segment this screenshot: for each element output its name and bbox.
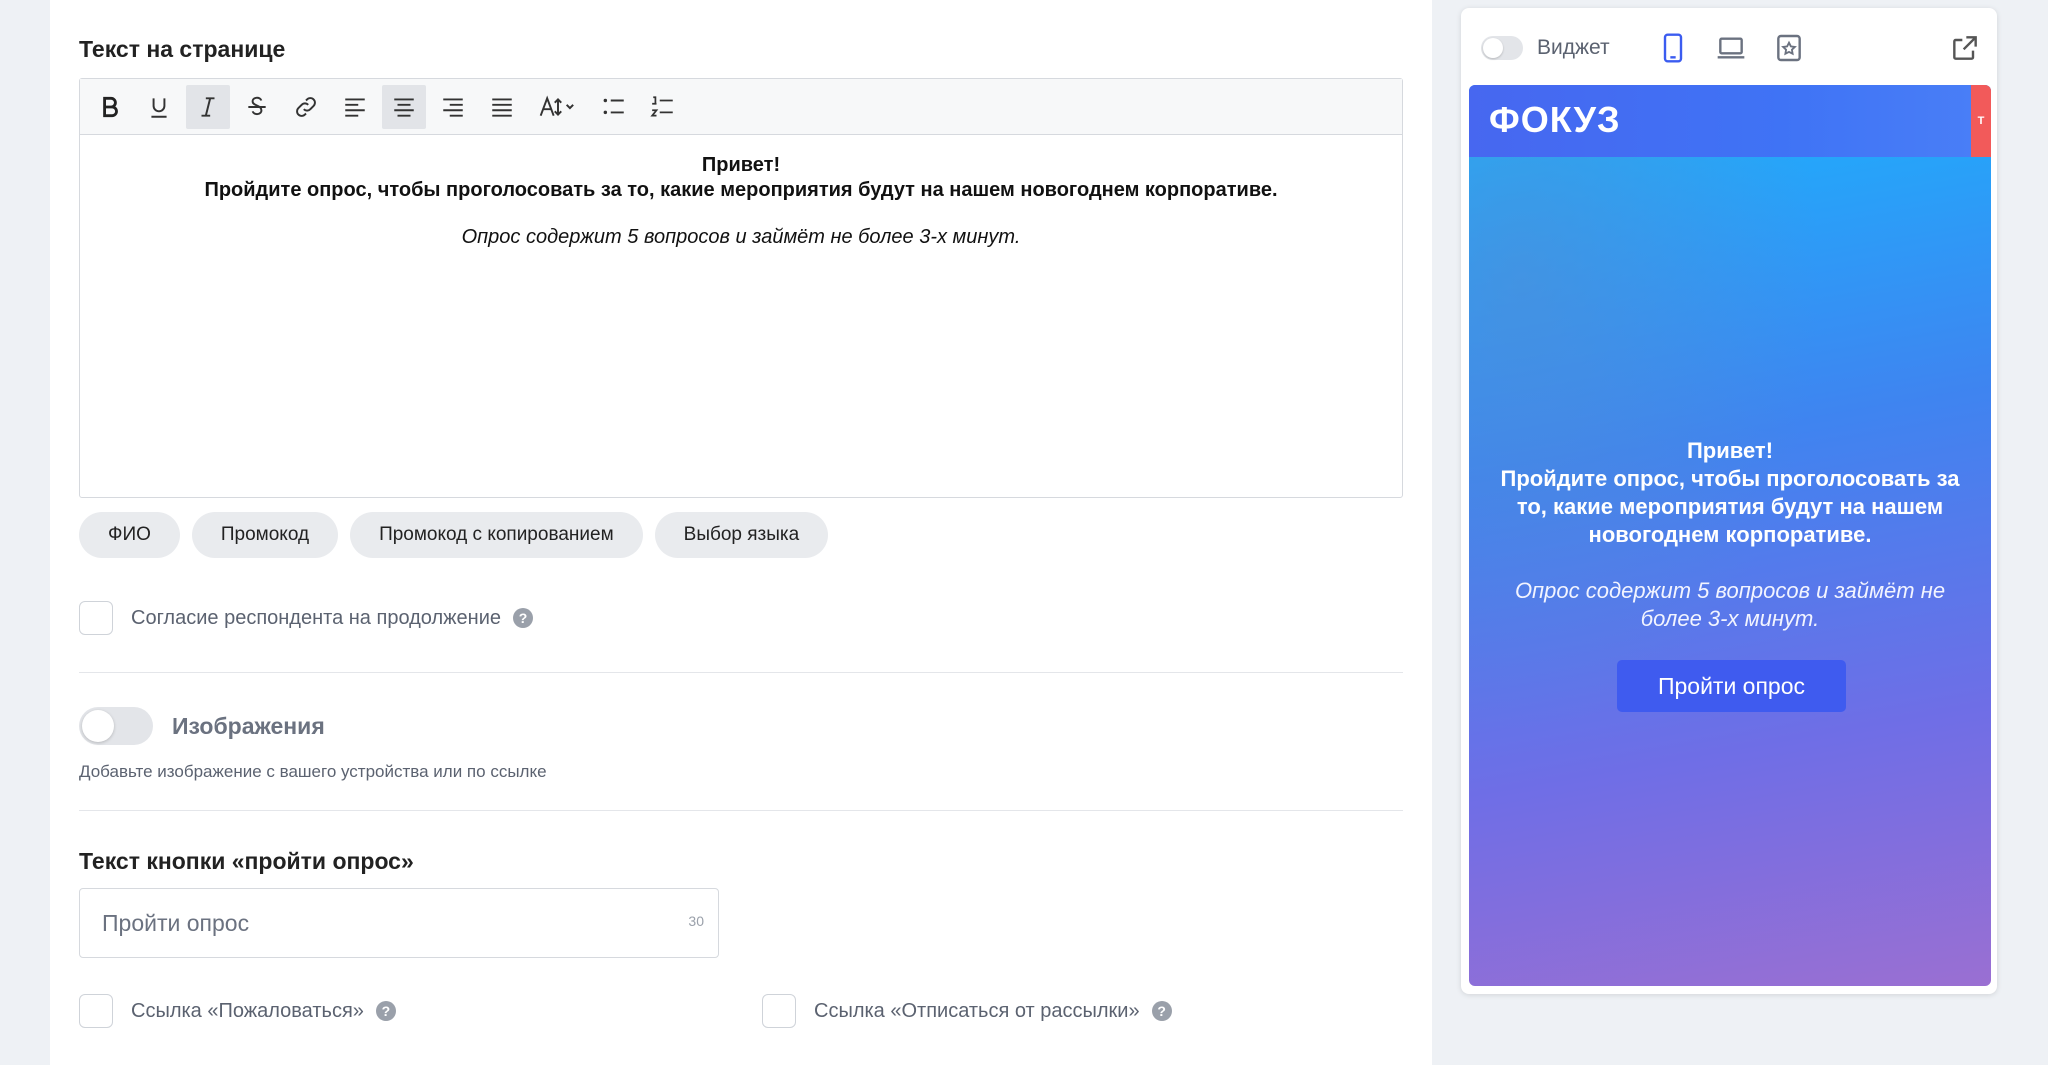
button-text-title: Текст кнопки «пройти опрос» bbox=[79, 848, 414, 874]
brand-logo: ФОКУЗ bbox=[1489, 99, 1621, 140]
divider bbox=[79, 810, 1403, 811]
underline-icon[interactable] bbox=[137, 85, 181, 129]
strikethrough-icon[interactable] bbox=[235, 85, 279, 129]
help-icon[interactable]: ? bbox=[1151, 1001, 1172, 1021]
divider bbox=[79, 672, 1403, 673]
consent-checkbox[interactable] bbox=[79, 601, 113, 635]
editor-toolbar bbox=[80, 79, 1402, 135]
preview-header: ФОКУЗ T bbox=[1469, 85, 1991, 157]
italic-icon[interactable] bbox=[186, 84, 230, 129]
chip-language-select[interactable]: Выбор языка bbox=[654, 512, 829, 558]
align-center-icon[interactable] bbox=[382, 84, 426, 129]
editor-line-greeting: Привет! bbox=[701, 154, 781, 176]
preview-line-info: Опрос содержит 5 вопросов и займёт не бо… bbox=[1514, 578, 1946, 631]
start-survey-button[interactable]: Пройти опрос bbox=[1617, 660, 1846, 712]
images-hint: Добавьте изображение с вашего устройства… bbox=[79, 762, 547, 781]
preview-side-tab[interactable]: T bbox=[1971, 85, 1991, 157]
consent-label: Согласие респондента на продолжение bbox=[131, 606, 501, 629]
chip-promocode-copy[interactable]: Промокод с копированием bbox=[350, 512, 643, 558]
variable-chips: ФИО Промокод Промокод с копированием Выб… bbox=[79, 512, 829, 558]
images-toggle[interactable] bbox=[79, 707, 153, 745]
preview-line-greeting: Привет! bbox=[1686, 438, 1774, 463]
align-left-icon[interactable] bbox=[333, 85, 377, 129]
unsubscribe-link-label: Ссылка «Отписаться от рассылки» bbox=[814, 999, 1140, 1022]
page-text-title: Текст на странице bbox=[79, 36, 286, 62]
help-icon[interactable]: ? bbox=[513, 608, 533, 628]
help-icon[interactable]: ? bbox=[375, 1001, 396, 1021]
widget-view-icon[interactable] bbox=[1769, 28, 1809, 68]
images-toggle-label: Изображения bbox=[172, 713, 325, 739]
preview-text: Привет! Пройдите опрос, чтобы проголосов… bbox=[1497, 437, 1963, 633]
font-size-icon[interactable] bbox=[529, 85, 587, 129]
editor-line-invite: Пройдите опрос, чтобы проголосовать за т… bbox=[204, 179, 1278, 201]
char-counter: 30 bbox=[688, 913, 704, 929]
mobile-preview: ФОКУЗ T Привет! Пройдите опрос, чтобы пр… bbox=[1469, 85, 1991, 986]
chip-fio[interactable]: ФИО bbox=[79, 512, 180, 558]
complain-link-row: Ссылка «Пожаловаться» ? bbox=[79, 994, 396, 1028]
chip-promocode[interactable]: Промокод bbox=[191, 512, 339, 558]
button-text-input[interactable]: Пройти опрос 30 bbox=[79, 888, 719, 958]
complain-link-label: Ссылка «Пожаловаться» bbox=[131, 999, 364, 1022]
widget-label: Виджет bbox=[1537, 36, 1610, 59]
preview-line-invite: Пройдите опрос, чтобы проголосовать за т… bbox=[1500, 466, 1960, 547]
link-icon[interactable] bbox=[284, 85, 328, 129]
rich-text-editor[interactable]: Привет! Пройдите опрос, чтобы проголосов… bbox=[79, 78, 1403, 498]
unsubscribe-link-checkbox[interactable] bbox=[762, 994, 796, 1028]
complain-link-checkbox[interactable] bbox=[79, 994, 113, 1028]
editor-line-info: Опрос содержит 5 вопросов и займёт не бо… bbox=[461, 226, 1021, 248]
widget-toggle[interactable] bbox=[1481, 36, 1523, 60]
consent-row: Согласие респондента на продолжение ? bbox=[79, 601, 533, 635]
align-justify-icon[interactable] bbox=[480, 85, 524, 129]
bold-icon[interactable] bbox=[88, 85, 132, 129]
mobile-icon[interactable] bbox=[1653, 28, 1693, 68]
button-text-value: Пройти опрос bbox=[102, 910, 250, 936]
align-right-icon[interactable] bbox=[431, 85, 475, 129]
open-external-icon[interactable] bbox=[1945, 28, 1985, 68]
editor-content[interactable]: Привет! Пройдите опрос, чтобы проголосов… bbox=[80, 135, 1402, 250]
unsubscribe-link-row: Ссылка «Отписаться от рассылки» ? bbox=[762, 994, 1172, 1028]
numbered-list-icon[interactable] bbox=[641, 85, 685, 129]
bullet-list-icon[interactable] bbox=[592, 85, 636, 129]
preview-panel: Виджет ФОКУЗ T Привет! Пройдите опрос, ч… bbox=[1461, 8, 1997, 994]
desktop-icon[interactable] bbox=[1711, 28, 1751, 68]
settings-panel: Текст на странице Привет! Пройдите опрос… bbox=[50, 0, 1432, 1065]
